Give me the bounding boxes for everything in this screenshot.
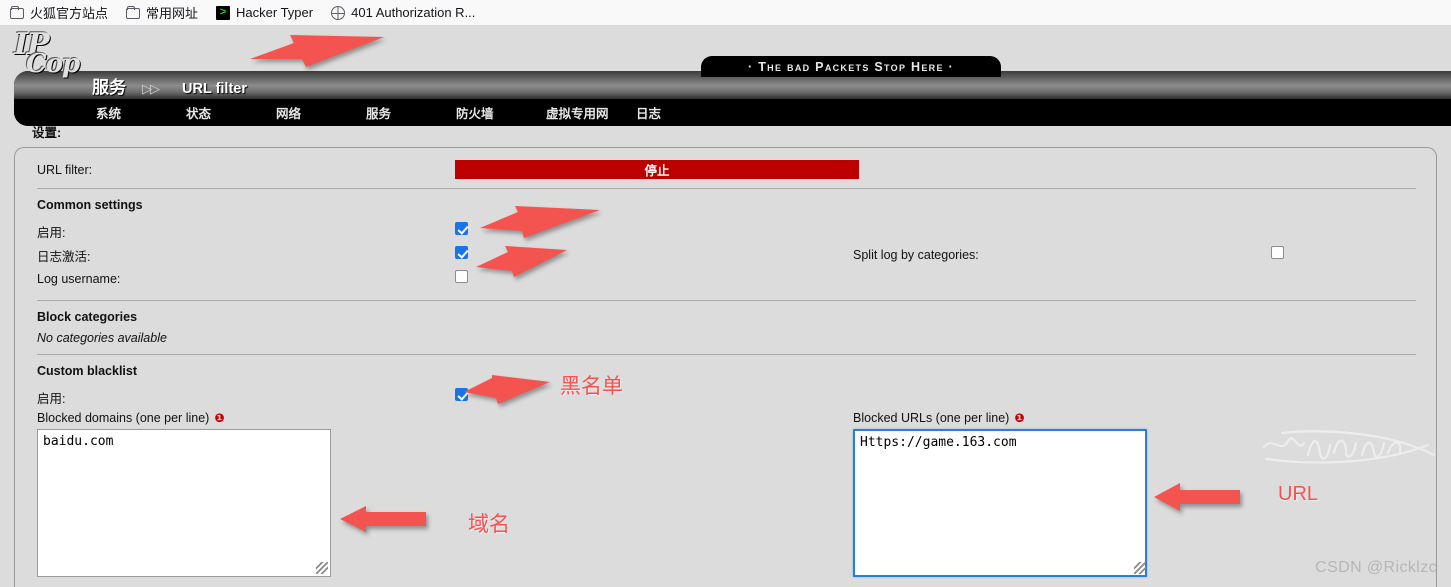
chevron-double-right-icon: ▷▷ (142, 80, 160, 96)
bookmark-item-firefox-official[interactable]: 火狐官方站点 (10, 3, 108, 22)
log-username-label: Log username: (37, 272, 121, 286)
custom-blacklist-heading: Custom blacklist (37, 364, 138, 378)
block-categories-heading: Block categories (37, 310, 138, 324)
blocked-urls-textarea[interactable]: Https://game.163.com (853, 429, 1147, 577)
blocked-domains-textarea[interactable]: baidu.com (37, 429, 331, 577)
annotation-arrow-domains (340, 506, 426, 532)
globe-icon (331, 5, 346, 20)
bookmark-label: 火狐官方站点 (30, 6, 109, 21)
settings-panel: URL filter: 停止 Common settings 启用: 日志激活:… (14, 147, 1437, 587)
annotation-arrow-enable (480, 206, 600, 238)
folder-icon (10, 5, 24, 19)
enable-row: 启用: (37, 219, 1416, 243)
split-log-checkbox-cell (1271, 246, 1284, 264)
settings-section-title: 设置: (32, 126, 62, 140)
blocked-urls-label-row: Blocked URLs (one per line) ❶ (853, 411, 1271, 425)
annotation-arrow-urls (1154, 483, 1240, 511)
annotation-arrow-blacklist-enable (464, 375, 550, 404)
enable-label: 启用: (37, 225, 66, 240)
csdn-watermark: CSDN @Ricklzc (1315, 559, 1437, 576)
log-enabled-checkbox[interactable] (455, 246, 468, 259)
annotation-arrow-url-filter (250, 35, 384, 67)
bookmark-label: 401 Authorization R... (351, 5, 476, 20)
breadcrumb-current-page: URL filter (182, 80, 247, 97)
handwriting-watermark (1262, 430, 1436, 464)
annotation-text-blacklist: 黑名单 (560, 375, 623, 398)
blacklist-enable-row: 启用: (37, 385, 1416, 409)
url-filter-label: URL filter: (37, 162, 93, 177)
divider (37, 300, 1416, 301)
divider (37, 354, 1416, 355)
enable-checkbox[interactable] (455, 222, 468, 235)
ipcop-header: · The bad Packets Stop Here · 服务 ▷▷ URL … (0, 26, 1451, 126)
required-info-icon: ❶ (1014, 411, 1025, 425)
log-enabled-label: 日志激活: (37, 249, 91, 264)
blocked-domains-label: Blocked domains (one per line) (37, 411, 210, 425)
bookmark-item-common-sites[interactable]: 常用网址 (126, 3, 198, 22)
log-username-row: Log username: (37, 267, 1416, 291)
annotation-text-url: URL (1278, 483, 1319, 505)
url-filter-status-row: URL filter: 停止 (37, 160, 1416, 179)
bookmark-label: 常用网址 (146, 6, 199, 21)
split-log-label: Split log by categories: (853, 248, 979, 262)
blacklist-enable-label: 启用: (37, 391, 66, 406)
split-log-checkbox[interactable] (1271, 246, 1284, 259)
required-info-icon: ❶ (214, 411, 225, 425)
bookmark-item-hacker-typer[interactable]: > Hacker Typer (216, 5, 313, 20)
annotation-arrow-log-enabled (476, 246, 567, 277)
url-filter-status-badge: 停止 (455, 160, 859, 179)
breadcrumb-section[interactable]: 服务 (92, 73, 126, 98)
blocked-urls-label: Blocked URLs (one per line) (853, 411, 1010, 425)
annotation-text-domain: 域名 (468, 513, 510, 536)
blocked-domains-textarea-wrap: baidu.com (37, 429, 331, 577)
blocked-domains-column: Blocked domains (one per line) ❶ baidu.c… (37, 411, 455, 577)
log-enabled-row: 日志激活: Split log by categories: (37, 243, 1416, 267)
bookmark-label: Hacker Typer (236, 5, 314, 20)
breadcrumb: 服务 ▷▷ URL filter (92, 73, 247, 98)
bookmark-item-401-authorization[interactable]: 401 Authorization R... (331, 5, 475, 20)
blocked-domains-label-row: Blocked domains (one per line) ❶ (37, 411, 455, 425)
hacker-typer-icon: > (216, 5, 231, 20)
main-content: 设置: URL filter: 停止 Common settings 启用: 日… (0, 104, 1451, 587)
block-categories-empty-text: No categories available (37, 331, 167, 345)
browser-bookmarks-bar: 火狐官方站点 常用网址 > Hacker Typer 401 Authoriza… (0, 0, 1451, 26)
blocked-urls-textarea-wrap: Https://game.163.com (853, 429, 1149, 577)
log-username-checkbox[interactable] (455, 270, 468, 283)
folder-icon (126, 5, 141, 19)
ipcop-logo[interactable]: IP Cop (12, 27, 86, 79)
divider (37, 188, 1416, 189)
logo-text-cop: Cop (26, 49, 80, 79)
banner-tagline: · The bad Packets Stop Here · (701, 56, 1001, 77)
common-settings-heading: Common settings (37, 198, 143, 212)
